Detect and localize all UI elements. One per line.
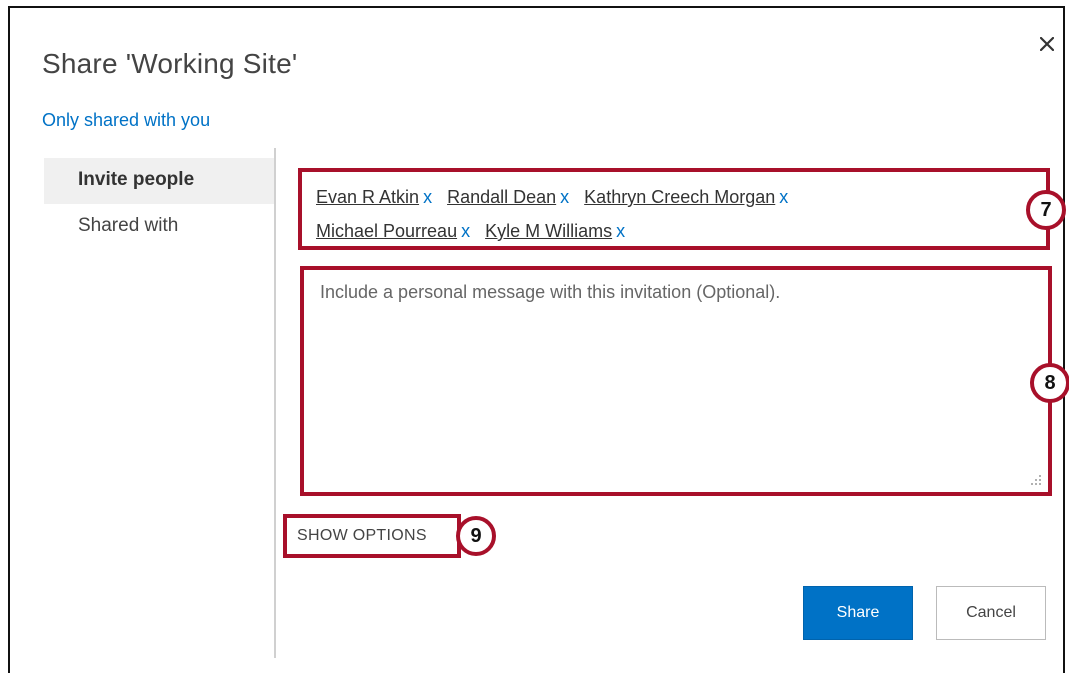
people-picker[interactable]: Evan R Atkin x Randall Dean x Kathryn Cree… xyxy=(298,168,1050,250)
person-name[interactable]: Evan R Atkin xyxy=(316,187,419,207)
close-icon xyxy=(1039,36,1055,51)
remove-person-button[interactable]: x xyxy=(461,221,470,241)
person-token: Kyle M Williams x xyxy=(485,221,625,241)
show-options-button[interactable]: SHOW OPTIONS xyxy=(283,514,461,558)
person-name[interactable]: Kathryn Creech Morgan xyxy=(584,187,775,207)
shared-status-link[interactable]: Only shared with you xyxy=(42,110,210,131)
remove-person-button[interactable]: x xyxy=(616,221,625,241)
callout-8: 8 xyxy=(1030,363,1069,403)
person-name[interactable]: Michael Pourreau xyxy=(316,221,457,241)
callout-9: 9 xyxy=(456,516,496,556)
callout-7: 7 xyxy=(1026,190,1066,230)
person-token: Michael Pourreau x xyxy=(316,221,470,241)
dialog-title: Share 'Working Site' xyxy=(42,48,298,79)
person-token: Kathryn Creech Morgan x xyxy=(584,187,788,207)
close-button[interactable] xyxy=(1034,32,1060,58)
personal-message-input[interactable] xyxy=(304,270,1048,492)
side-nav: Invite people Shared with xyxy=(44,158,276,250)
share-dialog: Share 'Working Site' Only shared with yo… xyxy=(8,6,1069,673)
vertical-divider xyxy=(274,148,276,658)
cancel-button[interactable]: Cancel xyxy=(936,586,1046,640)
nav-item-invite-people[interactable]: Invite people xyxy=(44,158,276,204)
remove-person-button[interactable]: x xyxy=(560,187,569,207)
remove-person-button[interactable]: x xyxy=(423,187,432,207)
share-button[interactable]: Share xyxy=(803,586,913,640)
remove-person-button[interactable]: x xyxy=(779,187,788,207)
person-name[interactable]: Randall Dean xyxy=(447,187,556,207)
person-token: Randall Dean x xyxy=(447,187,569,207)
person-name[interactable]: Kyle M Williams xyxy=(485,221,612,241)
nav-item-shared-with[interactable]: Shared with xyxy=(44,204,276,250)
resize-grip-icon[interactable] xyxy=(1030,474,1042,486)
message-box xyxy=(300,266,1052,496)
person-token: Evan R Atkin x xyxy=(316,187,432,207)
